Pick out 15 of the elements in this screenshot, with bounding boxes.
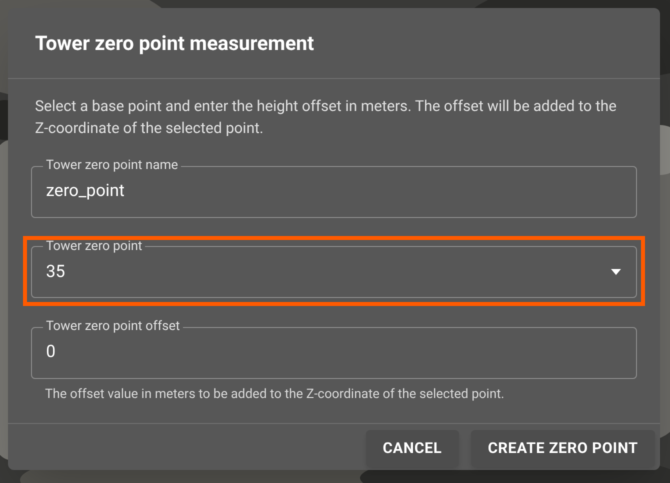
description-text: Select a base point and enter the height offset in meters. The offset will be added to the Z-coordinate of the selected point.	[35, 96, 618, 139]
helper-text: The offset value in meters to be added to the Z-coordinate of the selected point.	[45, 386, 506, 404]
select-field[interactable]: Tower zero point 35	[31, 240, 637, 298]
field-label: Tower zero point name	[46, 158, 178, 173]
create-button[interactable]: CREATE ZERO POINT	[470, 430, 655, 467]
field-label: Tower zero point offset	[46, 319, 180, 334]
field-label: Tower zero point	[46, 238, 142, 254]
input-field[interactable]: Tower zero point offset 0	[31, 320, 637, 378]
input-field[interactable]: Tower zero point name zero_point	[31, 159, 637, 218]
field-value: 0	[46, 342, 56, 362]
caret-icon	[610, 269, 622, 276]
select-value: 35	[46, 260, 66, 284]
dialog-title: Tower zero point measurement	[34, 30, 316, 57]
field-value: zero_point	[46, 181, 125, 201]
cancel-button[interactable]: CANCEL	[366, 430, 459, 467]
